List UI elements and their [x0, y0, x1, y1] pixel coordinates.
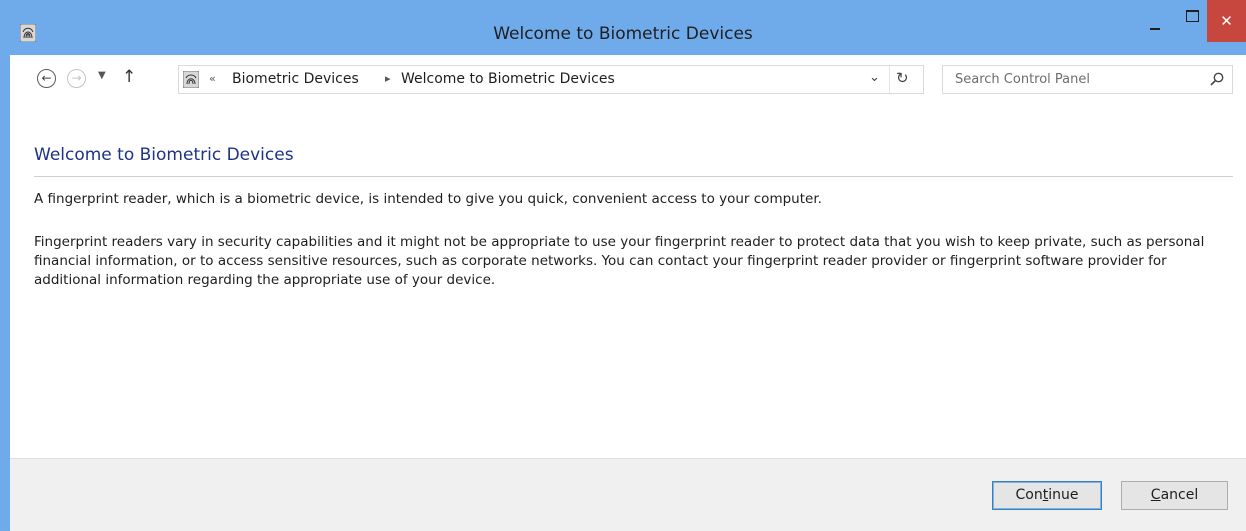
search-box[interactable]: [942, 65, 1233, 94]
navigation-bar: ← → ▼ ↑ « Biometric Devices ▸ Welcome to…: [10, 55, 1246, 105]
continue-label-part: Con: [1015, 487, 1043, 503]
chevron-down-icon: ⌄: [869, 70, 880, 85]
client-area: ← → ▼ ↑ « Biometric Devices ▸ Welcome to…: [10, 55, 1246, 531]
fingerprint-icon: [183, 71, 199, 88]
refresh-button[interactable]: ↻: [896, 69, 909, 87]
minimize-button[interactable]: [1140, 0, 1170, 40]
maximize-button[interactable]: [1178, 0, 1208, 40]
up-arrow-icon: ↑: [122, 67, 137, 87]
refresh-icon: ↻: [896, 69, 909, 87]
forward-arrow-icon: →: [71, 71, 82, 85]
cancel-label-part: ancel: [1160, 487, 1199, 503]
close-button[interactable]: ✕: [1207, 0, 1246, 42]
continue-button[interactable]: Continue: [992, 481, 1102, 510]
back-arrow-icon: ←: [41, 71, 52, 85]
breadcrumb-overflow-button[interactable]: «: [209, 72, 216, 85]
security-paragraph: Fingerprint readers vary in security cap…: [34, 234, 1205, 288]
maximize-icon: [1186, 10, 1199, 22]
up-button[interactable]: ↑: [122, 67, 136, 87]
cancel-button[interactable]: Cancel: [1121, 481, 1228, 510]
search-input[interactable]: [943, 66, 1205, 93]
breadcrumb-welcome[interactable]: Welcome to Biometric Devices: [401, 71, 615, 87]
window: Welcome to Biometric Devices ✕ ← → ▼ ↑ «…: [0, 0, 1246, 531]
address-dropdown-button[interactable]: ⌄: [869, 70, 880, 85]
minimize-icon: [1150, 28, 1160, 30]
forward-button[interactable]: →: [67, 69, 86, 88]
back-button[interactable]: ←: [37, 69, 56, 88]
breadcrumb-biometric-devices[interactable]: Biometric Devices: [232, 71, 359, 87]
intro-paragraph: A fingerprint reader, which is a biometr…: [34, 191, 822, 207]
chevron-down-icon: ▼: [98, 70, 106, 81]
breadcrumb-separator[interactable]: ▸: [385, 72, 391, 85]
divider: [34, 176, 1233, 177]
recent-locations-button[interactable]: ▼: [98, 70, 106, 81]
button-bar: Continue Cancel: [10, 458, 1246, 531]
address-divider: [889, 66, 890, 93]
address-bar[interactable]: « Biometric Devices ▸ Welcome to Biometr…: [178, 65, 924, 94]
page-title: Welcome to Biometric Devices: [34, 145, 294, 165]
search-icon[interactable]: [1210, 72, 1224, 86]
close-icon: ✕: [1220, 12, 1233, 30]
title-bar[interactable]: Welcome to Biometric Devices ✕: [0, 0, 1246, 55]
cancel-mnemonic: C: [1150, 487, 1161, 503]
window-title: Welcome to Biometric Devices: [493, 24, 753, 44]
continue-label-part: inue: [1048, 487, 1079, 503]
